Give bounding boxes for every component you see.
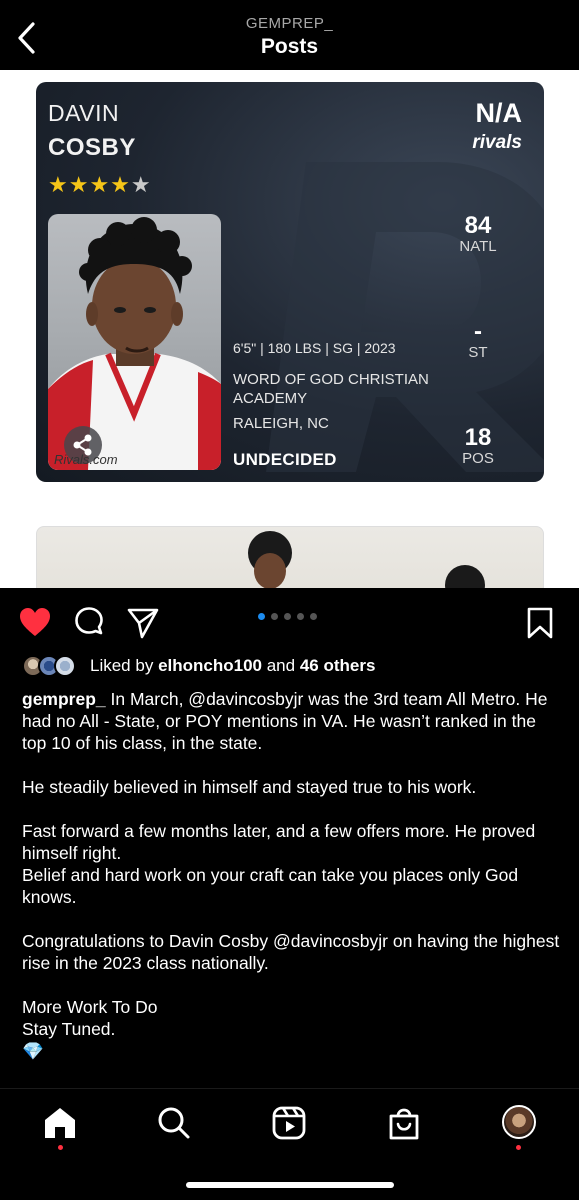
top-bar: GEMPREP_ Posts — [0, 0, 579, 70]
next-image-preview — [248, 531, 485, 588]
player-measurables: 6'5" | 180 LBS | SG | 2023 — [233, 340, 396, 356]
liker-avatars — [22, 655, 82, 677]
position-rank: 18 POS — [448, 424, 508, 467]
st-label: ST — [468, 344, 488, 361]
first-name: DAVIN — [48, 100, 120, 126]
profile-avatar[interactable] — [502, 1105, 536, 1139]
natl-value: 84 — [464, 212, 492, 239]
star-rating: ★★★★★ — [48, 172, 152, 197]
natl-label: NATL — [459, 238, 497, 255]
caption-paragraph: More Work To Do — [22, 997, 158, 1017]
rivals-logo: rivals — [472, 132, 522, 153]
last-name: COSBY — [48, 134, 136, 161]
reels-icon[interactable] — [271, 1105, 307, 1141]
share-icon[interactable] — [126, 606, 160, 640]
caption-paragraph: Stay Tuned. — [22, 1019, 116, 1039]
liked-by-middle: and — [266, 656, 296, 675]
state-rank: - ST — [448, 318, 508, 361]
home-indicator — [186, 1182, 394, 1188]
recruit-card: DAVIN COSBY ★★★★★ N/A rivals Rivals.com … — [36, 82, 544, 482]
caption-paragraph: He steadily believed in himself and stay… — [22, 777, 477, 797]
search-icon[interactable] — [156, 1105, 192, 1141]
location: RALEIGH, NC — [233, 415, 329, 432]
page-title: Posts — [260, 35, 319, 58]
diamond-emoji: 💎 — [22, 1041, 44, 1061]
likes-summary[interactable]: Liked by elhoncho100 and 46 others — [22, 654, 375, 678]
caption-username[interactable]: gemprep_ — [22, 689, 106, 709]
pos-label: POS — [462, 450, 494, 467]
home-icon[interactable] — [42, 1105, 78, 1141]
post-media[interactable]: DAVIN COSBY ★★★★★ N/A rivals Rivals.com … — [0, 70, 579, 588]
carousel-dot — [284, 613, 291, 620]
st-value: - — [474, 318, 482, 345]
caption-paragraph: Belief and hard work on your craft can t… — [22, 865, 519, 907]
home-notification-dot — [58, 1145, 63, 1150]
carousel-dot — [258, 613, 265, 620]
shop-icon[interactable] — [386, 1105, 422, 1141]
player-photo: Rivals.com — [48, 214, 221, 470]
caption-paragraph: Fast forward a few months later, and a f… — [22, 821, 536, 863]
next-carousel-image[interactable] — [36, 526, 544, 588]
profile-notification-dot — [516, 1145, 521, 1150]
liked-by-prefix: Liked by — [90, 656, 154, 675]
bookmark-icon[interactable] — [523, 606, 557, 640]
commit-status: UNDECIDED — [233, 450, 337, 469]
post-caption: gemprep_ In March, @davincosbyjr was the… — [22, 688, 562, 1062]
liker-username[interactable]: elhoncho100 — [158, 656, 262, 676]
national-rank: 84 NATL — [448, 212, 508, 255]
likes-others[interactable]: 46 others — [300, 656, 376, 676]
school-name: WORD OF GOD CHRISTIAN ACADEMY — [233, 371, 429, 407]
rating-value: N/A — [475, 98, 523, 128]
photo-credit: Rivals.com — [54, 452, 118, 467]
pos-value: 18 — [464, 424, 492, 451]
avatar — [54, 655, 76, 677]
heart-icon[interactable] — [18, 606, 52, 640]
carousel-dot — [271, 613, 278, 620]
carousel-dot — [297, 613, 304, 620]
carousel-dot — [310, 613, 317, 620]
carousel-indicator — [258, 613, 317, 620]
account-name[interactable]: GEMPREP_ — [0, 15, 579, 32]
caption-paragraph: Congratulations to Davin Cosby @davincos… — [22, 931, 560, 973]
comment-icon[interactable] — [72, 606, 106, 640]
